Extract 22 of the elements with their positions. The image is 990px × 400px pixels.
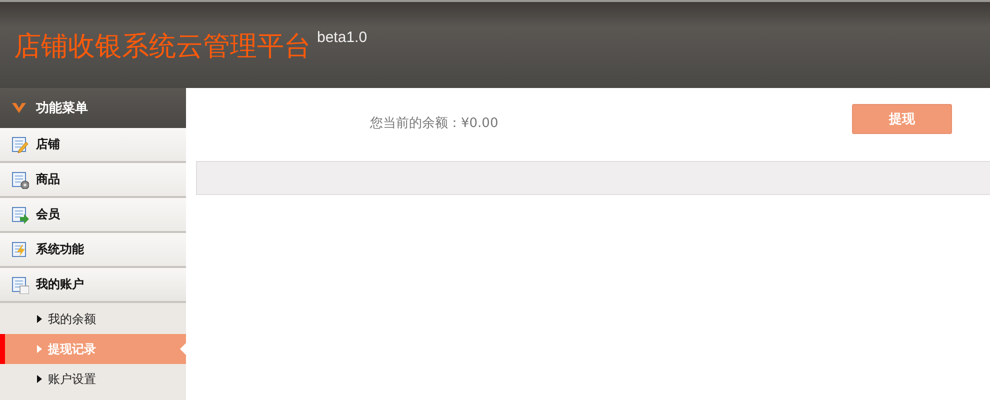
document-icon xyxy=(11,136,29,154)
document-icon xyxy=(11,240,29,258)
sidebar-title: 功能菜单 xyxy=(36,100,88,117)
triangle-icon xyxy=(37,315,42,323)
menu-item[interactable]: 会员 xyxy=(0,198,186,233)
submenu-item[interactable]: 账户设置 xyxy=(0,364,186,394)
menu-item[interactable]: 店铺 xyxy=(0,128,186,163)
menu-item[interactable]: 我的账户 xyxy=(0,268,186,303)
chevron-icon xyxy=(11,101,27,115)
selection-marker xyxy=(0,334,5,364)
triangle-icon xyxy=(37,345,42,353)
triangle-icon xyxy=(37,375,42,383)
menu-item[interactable]: 商品 xyxy=(0,163,186,198)
document-icon xyxy=(11,276,29,294)
menu-item[interactable]: 系统功能 xyxy=(0,233,186,268)
balance-text: 您当前的余额：¥0.00 xyxy=(370,115,498,132)
version-label: beta1.0 xyxy=(317,29,368,46)
submenu-item[interactable]: 我的余额 xyxy=(0,304,186,334)
app-title: 店铺收银系统云管理平台 xyxy=(14,30,311,64)
document-icon xyxy=(11,206,29,224)
document-icon xyxy=(11,170,29,188)
pointer-notch xyxy=(180,343,186,355)
